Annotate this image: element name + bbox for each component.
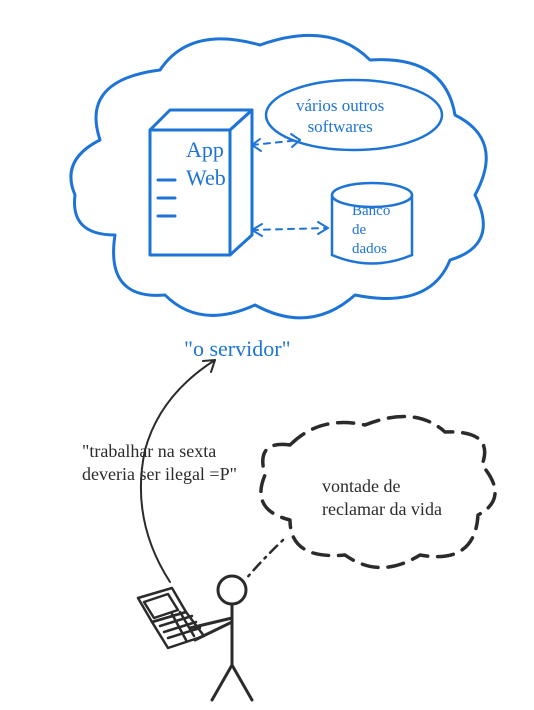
server-label: App Web	[186, 136, 226, 191]
database-label: Banco de dados	[352, 202, 390, 258]
arrow-server-to-database-icon	[252, 222, 328, 236]
arrow-server-to-softwares-icon	[252, 134, 300, 151]
laptop-icon	[138, 588, 204, 648]
cloud-icon	[71, 35, 486, 317]
other-software-label: vários outros softwares	[296, 95, 384, 138]
thought-leader-icon	[245, 540, 283, 580]
thought-text-label: vontade de reclamar da vida	[322, 475, 442, 520]
cloud-caption: "o servidor"	[184, 335, 291, 363]
user-message-label: "trabalhar na sexta deveria ser ilegal =…	[82, 440, 237, 485]
diagram-stage: App Web vários outros softwares Banco de…	[0, 0, 534, 710]
